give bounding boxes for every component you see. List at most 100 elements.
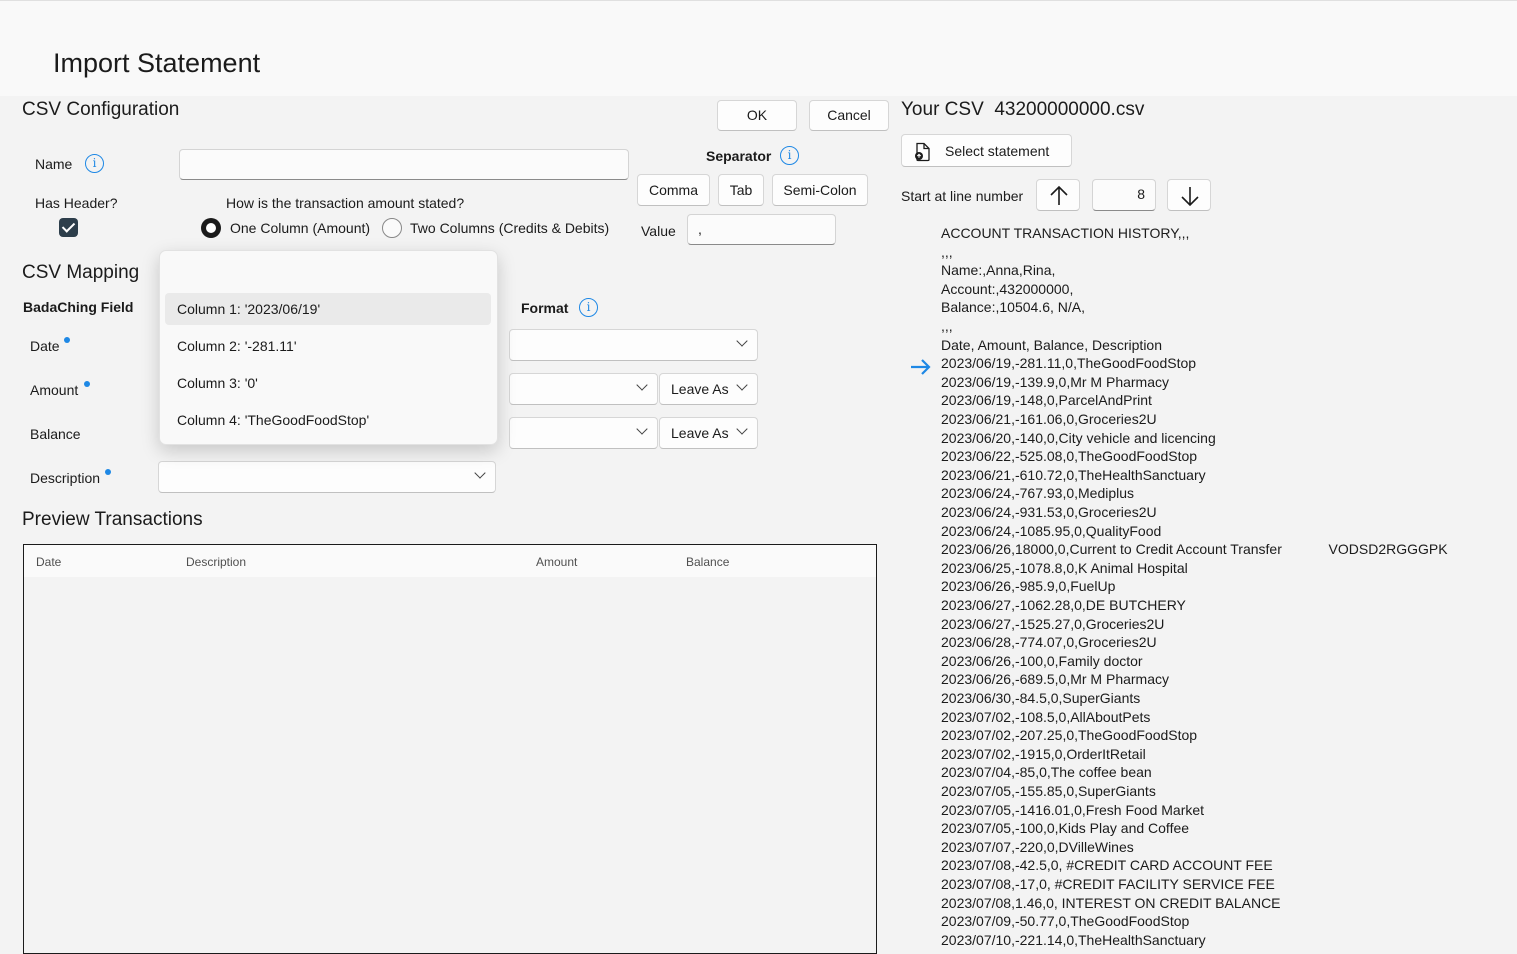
csv-configuration-heading: CSV Configuration — [22, 99, 180, 120]
csv-line: 2023/07/02,-108.5,0,AllAboutPets — [941, 708, 1151, 725]
your-csv-label: Your CSV — [901, 99, 984, 120]
csv-line: 2023/07/07,-220,0,DVilleWines — [941, 838, 1134, 855]
badaching-field-header: BadaChing Field — [23, 299, 134, 315]
csv-line: 2023/06/20,-140,0,City vehicle and licen… — [941, 429, 1216, 446]
info-icon[interactable]: i — [780, 146, 799, 165]
description-column-combo[interactable] — [158, 461, 496, 493]
semi-colon-button[interactable]: Semi-Colon — [772, 174, 868, 206]
ok-button[interactable]: OK — [717, 100, 797, 131]
one-column-label[interactable]: One Column (Amount) — [230, 220, 370, 236]
tab-button[interactable]: Tab — [718, 174, 764, 206]
csv-line: 2023/06/24,-931.53,0,Groceries2U — [941, 504, 1157, 520]
csv-line: 2023/06/26,-985.9,0,FuelUp — [941, 578, 1116, 595]
leave-as-text: Leave As — [671, 381, 729, 397]
one-column-radio[interactable] — [201, 218, 221, 238]
start-line-input[interactable]: 8 — [1092, 179, 1156, 211]
arrow-right-icon — [911, 359, 931, 375]
csv-line: 2023/06/30,-84.5,0,SuperGiants — [941, 690, 1141, 706]
balance-format-combo[interactable] — [509, 417, 658, 449]
csv-line: ACCOUNT TRANSACTION HISTORY,,, — [941, 225, 1190, 241]
required-dot — [105, 469, 111, 475]
column-dropdown-popup: Column 1: '2023/06/19' Column 2: '-281.1… — [159, 250, 498, 445]
arrow-down-icon — [1181, 187, 1199, 207]
csv-line: 2023/06/27,-1062.28,0,DE BUTCHERY — [941, 597, 1186, 613]
chevron-down-icon — [636, 423, 648, 435]
csv-line: 2023/06/25,-1078.8,0,K Animal Hospital — [941, 559, 1188, 576]
info-icon[interactable]: i — [85, 154, 104, 173]
csv-line: 2023/07/08,1.46,0, INTEREST ON CREDIT BA… — [941, 894, 1281, 911]
chevron-down-icon — [636, 379, 648, 391]
arrow-up-icon — [1050, 185, 1068, 205]
dropdown-option[interactable]: Column 1: '2023/06/19' — [165, 293, 491, 325]
csv-line: 2023/06/19,-148,0,ParcelAndPrint — [941, 392, 1152, 409]
csv-line: 2023/06/26,18000,0,Current to Credit Acc… — [941, 541, 1448, 558]
chevron-down-icon — [736, 379, 748, 391]
column-header-balance[interactable]: Balance — [686, 555, 729, 569]
csv-line: 2023/07/05,-100,0,Kids Play and Coffee — [941, 820, 1190, 837]
grid-header: Date Description Amount Balance — [24, 545, 876, 577]
select-statement-button[interactable]: Select statement — [901, 134, 1072, 167]
line-up-button[interactable] — [1036, 179, 1080, 211]
csv-line: 2023/06/27,-1525.27,0,Groceries2U — [941, 615, 1165, 632]
preview-transactions-heading: Preview Transactions — [22, 509, 203, 530]
cancel-button[interactable]: Cancel — [809, 100, 889, 131]
csv-line: 2023/07/05,-155.85,0,SuperGiants — [941, 783, 1156, 799]
dropdown-option[interactable]: Column 2: '-281.11' — [165, 330, 491, 362]
date-field-label: Date — [30, 338, 60, 354]
dropdown-option[interactable]: Column 4: 'TheGoodFoodStop' — [165, 404, 491, 436]
csv-line: 2023/06/19,-139.9,0,Mr M Pharmacy — [941, 373, 1170, 390]
csv-line: 2023/07/02,-207.25,0,TheGoodFoodStop — [941, 727, 1198, 744]
csv-mapping-heading: CSV Mapping — [22, 262, 140, 283]
column-header-date[interactable]: Date — [36, 555, 61, 569]
leave-as-text: Leave As — [671, 425, 729, 441]
info-icon[interactable]: i — [579, 298, 598, 317]
page-title: Import Statement — [53, 48, 261, 78]
csv-line: Name:,Anna,Rina, — [941, 262, 1056, 279]
csv-line: 2023/07/08,-17,0, #CREDIT FACILITY SERVI… — [941, 876, 1275, 892]
name-input[interactable] — [179, 149, 629, 180]
column-header-description[interactable]: Description — [186, 555, 246, 569]
csv-line: Balance:,10504.6, N/A, — [941, 299, 1085, 316]
amount-field-label: Amount — [30, 382, 79, 398]
start-line-label: Start at line number — [901, 188, 1024, 204]
chevron-down-icon — [474, 467, 486, 479]
two-columns-radio[interactable] — [382, 218, 402, 238]
two-columns-label[interactable]: Two Columns (Credits & Debits) — [410, 220, 609, 236]
csv-line: 2023/06/26,-689.5,0,Mr M Pharmacy — [941, 671, 1170, 688]
required-dot — [84, 381, 90, 387]
name-label: Name — [35, 156, 73, 172]
your-csv-heading: Your CSV 43200000000.csv — [901, 99, 1144, 121]
has-header-checkbox[interactable] — [59, 218, 78, 237]
chevron-down-icon — [736, 423, 748, 435]
balance-field-label: Balance — [30, 426, 81, 442]
comma-button[interactable]: Comma — [637, 174, 710, 206]
value-label: Value — [641, 223, 676, 239]
csv-line: 2023/07/02,-1915,0,OrderItRetail — [941, 745, 1146, 762]
csv-line: Date, Amount, Balance, Description — [941, 336, 1163, 353]
csv-line: 2023/06/21,-161.06,0,Groceries2U — [941, 411, 1157, 427]
csv-filename: 43200000000.csv — [994, 99, 1145, 120]
date-format-combo[interactable] — [509, 329, 758, 361]
csv-line: Account:,432000000, — [941, 280, 1074, 297]
required-dot — [64, 337, 70, 343]
csv-line: 2023/06/28,-774.07,0,Groceries2U — [941, 634, 1157, 651]
csv-line: 2023/07/05,-1416.01,0,Fresh Food Market — [941, 801, 1205, 818]
csv-line: 2023/06/22,-525.08,0,TheGoodFoodStop — [941, 448, 1198, 465]
line-down-button[interactable] — [1167, 179, 1211, 211]
csv-line: 2023/06/24,-767.93,0,Mediplus — [941, 485, 1135, 502]
amount-question-label: How is the transaction amount stated? — [226, 195, 465, 211]
separator-value-input[interactable]: , — [687, 214, 836, 245]
csv-line: ,,, — [941, 243, 953, 260]
dropdown-option[interactable]: Column 3: '0' — [165, 367, 491, 399]
description-field-label: Description — [30, 470, 101, 486]
csv-line: 2023/07/10,-221.14,0,TheHealthSanctuary — [941, 931, 1206, 948]
preview-grid[interactable]: Date Description Amount Balance — [23, 544, 877, 954]
column-header-amount[interactable]: Amount — [536, 555, 577, 569]
csv-line: ,,, — [941, 318, 953, 334]
csv-line: 2023/06/24,-1085.95,0,QualityFood — [941, 522, 1162, 539]
csv-line: 2023/07/08,-42.5,0, #CREDIT CARD ACCOUNT… — [941, 857, 1273, 874]
amount-leave-as-combo[interactable]: Leave As — [659, 373, 758, 405]
balance-leave-as-combo[interactable]: Leave As — [659, 417, 758, 449]
csv-line: 2023/07/04,-85,0,The coffee bean — [941, 764, 1152, 781]
amount-format-combo[interactable] — [509, 373, 658, 405]
